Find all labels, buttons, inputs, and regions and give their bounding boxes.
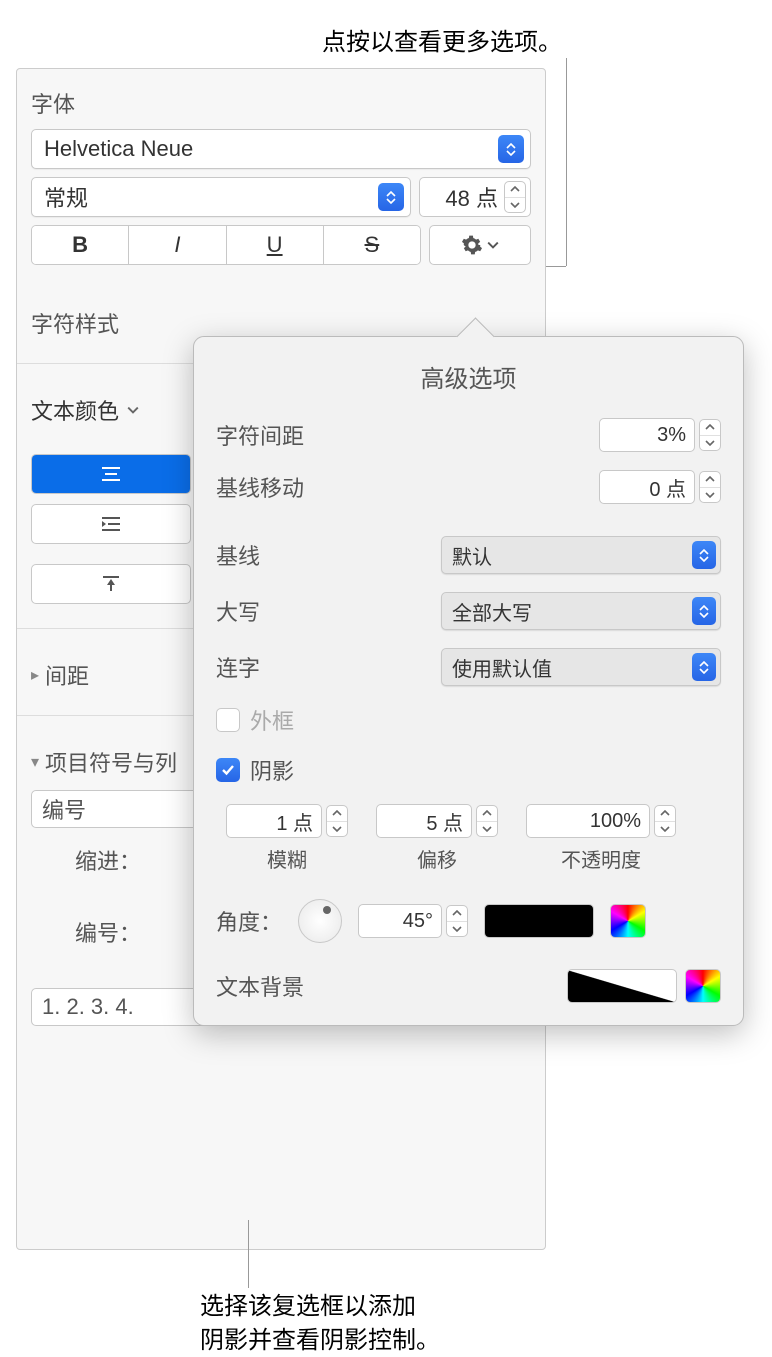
callout-leader-line <box>566 58 567 266</box>
caps-select[interactable]: 全部大写 <box>441 592 721 630</box>
angle-dial[interactable] <box>298 899 342 943</box>
ligature-select[interactable]: 使用默认值 <box>441 648 721 686</box>
stepper-buttons[interactable] <box>654 805 676 837</box>
chevron-updown-icon <box>692 541 716 569</box>
outline-checkbox[interactable] <box>216 708 240 732</box>
advanced-options-button[interactable] <box>429 225 531 265</box>
font-size-value: 48 点 <box>430 181 504 213</box>
gear-icon <box>461 234 483 256</box>
stepper-buttons[interactable] <box>504 181 526 213</box>
char-spacing-value: 3% <box>599 418 695 452</box>
checkmark-icon <box>220 762 236 778</box>
shadow-checkbox[interactable] <box>216 758 240 782</box>
angle-label: 角度： <box>216 905 282 937</box>
offset-stepper[interactable]: 5 点 <box>376 804 498 838</box>
blur-stepper[interactable]: 1 点 <box>226 804 348 838</box>
ligature-label: 连字 <box>216 651 366 683</box>
chevron-right-icon: ▸ <box>31 665 39 685</box>
stepper-buttons[interactable] <box>699 419 721 451</box>
bold-button[interactable]: B <box>32 226 129 264</box>
color-picker-button[interactable] <box>610 904 646 938</box>
align-top-icon <box>101 575 121 593</box>
text-background-label: 文本背景 <box>216 970 559 1002</box>
font-family-select[interactable]: Helvetica Neue <box>31 129 531 169</box>
font-section-title: 字体 <box>31 87 531 119</box>
alignment-group <box>31 454 191 494</box>
indent-menu-button[interactable] <box>31 504 191 544</box>
offset-label: 偏移 <box>376 844 498 873</box>
underline-button[interactable]: U <box>227 226 324 264</box>
opacity-stepper[interactable]: 100% <box>526 804 676 838</box>
opacity-label: 不透明度 <box>526 844 676 873</box>
callout-top-text: 点按以查看更多选项。 <box>322 22 562 57</box>
align-center-button[interactable] <box>32 455 190 493</box>
color-picker-button[interactable] <box>685 969 721 1003</box>
align-center-icon <box>100 466 122 482</box>
shadow-color-well[interactable] <box>484 904 594 938</box>
stepper-buttons[interactable] <box>476 805 498 837</box>
text-background-color-well[interactable] <box>567 969 677 1003</box>
callout-bottom-text: 选择该复选框以添加 阴影并查看阴影控制。 <box>200 1290 440 1357</box>
baseline-shift-stepper[interactable]: 0 点 <box>599 470 721 504</box>
ligature-value: 使用默认值 <box>452 653 692 682</box>
stepper-buttons[interactable] <box>446 905 468 937</box>
outline-label: 外框 <box>250 704 294 736</box>
italic-button[interactable]: I <box>129 226 226 264</box>
baseline-value: 默认 <box>452 541 692 570</box>
opacity-value: 100% <box>526 804 650 838</box>
callout-leader-line <box>248 1220 249 1288</box>
angle-value: 45° <box>358 904 442 938</box>
angle-stepper[interactable]: 45° <box>358 904 468 938</box>
text-style-group: B I U S <box>31 225 421 265</box>
font-size-stepper[interactable]: 48 点 <box>419 177 531 217</box>
char-spacing-label: 字符间距 <box>216 419 366 451</box>
spacing-label: 间距 <box>45 659 89 691</box>
stepper-buttons[interactable] <box>326 805 348 837</box>
chevron-down-icon[interactable] <box>127 406 139 414</box>
blur-value: 1 点 <box>226 804 322 838</box>
caps-value: 全部大写 <box>452 597 692 626</box>
numbering-field-label: 编号： <box>31 916 151 948</box>
baseline-shift-value: 0 点 <box>599 470 695 504</box>
font-style-select[interactable]: 常规 <box>31 177 411 217</box>
vertical-align-button[interactable] <box>31 564 191 604</box>
baseline-shift-label: 基线移动 <box>216 471 366 503</box>
chevron-updown-icon <box>692 597 716 625</box>
indent-field-label: 缩进： <box>31 844 151 876</box>
chevron-updown-icon <box>692 653 716 681</box>
font-style-value: 常规 <box>44 181 378 213</box>
stepper-buttons[interactable] <box>699 471 721 503</box>
chevron-down-icon <box>487 241 499 249</box>
character-style-label: 字符样式 <box>31 307 531 339</box>
callout-bottom-line2: 阴影并查看阴影控制。 <box>200 1324 440 1357</box>
shadow-label: 阴影 <box>250 754 294 786</box>
chevron-updown-icon <box>378 183 404 211</box>
blur-label: 模糊 <box>226 844 348 873</box>
text-color-label: 文本颜色 <box>31 394 119 426</box>
baseline-select[interactable]: 默认 <box>441 536 721 574</box>
font-family-value: Helvetica Neue <box>44 136 498 162</box>
chevron-updown-icon <box>498 135 524 163</box>
indent-icon <box>100 516 122 532</box>
strikethrough-button[interactable]: S <box>324 226 420 264</box>
baseline-label: 基线 <box>216 539 366 571</box>
caps-label: 大写 <box>216 595 366 627</box>
char-spacing-stepper[interactable]: 3% <box>599 418 721 452</box>
offset-value: 5 点 <box>376 804 472 838</box>
chevron-down-icon: ▾ <box>31 752 39 772</box>
popover-title: 高级选项 <box>216 359 721 394</box>
callout-bottom-line1: 选择该复选框以添加 <box>200 1290 440 1324</box>
bullets-label: 项目符号与列 <box>45 746 177 778</box>
advanced-options-popover: 高级选项 字符间距 3% 基线移动 0 点 基线 默认 <box>193 336 744 1026</box>
